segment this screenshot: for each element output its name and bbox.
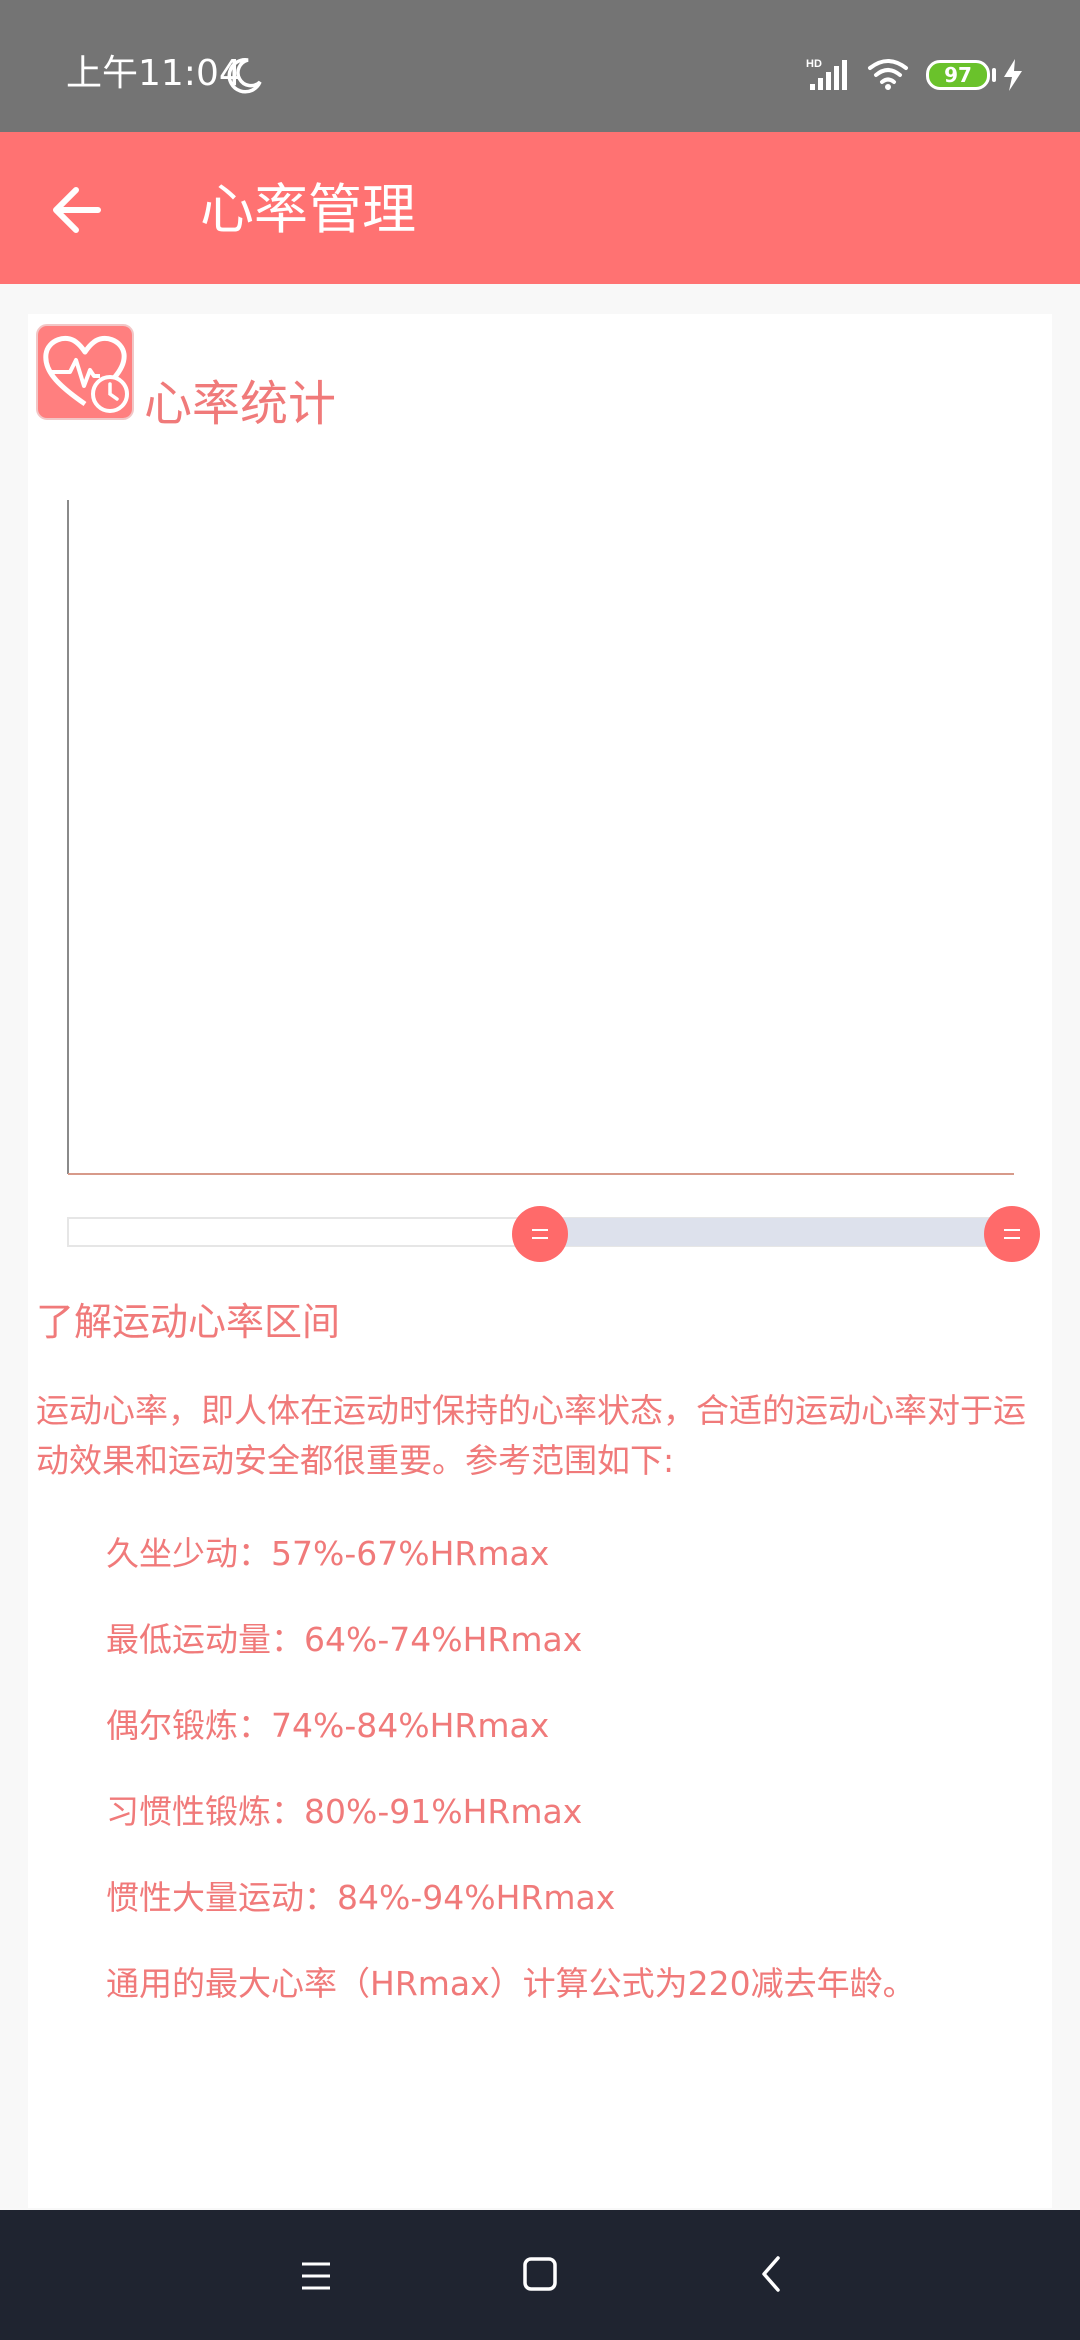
chart-range-slider[interactable] — [67, 1206, 1052, 1262]
hrmax-formula: 通用的最大心率（HRmax）计算公式为220减去年龄。 — [106, 1964, 916, 2003]
zone-item: 最低运动量：64%-74%HRmax — [106, 1620, 583, 1659]
status-bar: 上午11:04 HD 97 — [0, 0, 1080, 132]
charging-icon — [1004, 59, 1022, 91]
slider-handle-start[interactable] — [512, 1206, 568, 1262]
network-label: HD — [806, 58, 822, 70]
signal-icon: HD — [806, 58, 847, 90]
battery-cap — [992, 68, 996, 82]
menu-icon[interactable] — [296, 2256, 336, 2296]
moon-icon — [227, 58, 262, 94]
slider-handle-end[interactable] — [984, 1206, 1040, 1262]
status-time: 上午11:04 — [66, 53, 242, 94]
heart-rate-chart — [67, 500, 1014, 1175]
home-icon[interactable] — [520, 2254, 560, 2294]
app-bar: 心率管理 — [0, 132, 1080, 284]
zone-item: 久坐少动：57%-67%HRmax — [106, 1534, 550, 1573]
zone-item: 偶尔锻炼：74%-84%HRmax — [106, 1706, 550, 1745]
back-icon[interactable] — [752, 2254, 792, 2294]
slider-selected-range — [540, 1218, 1012, 1246]
back-arrow-icon[interactable] — [40, 172, 116, 248]
zone-item: 习惯性锻炼：80%-91%HRmax — [106, 1792, 583, 1831]
system-nav-bar — [0, 2210, 1080, 2340]
zone-item: 惯性大量运动：84%-94%HRmax — [106, 1878, 616, 1917]
zones-intro: 运动心率，即人体在运动时保持的心率状态，合适的运动心率对于运动效果和运动安全都很… — [36, 1391, 1026, 1480]
heart-rate-card: 心率统计 了解运动心率区间 运动心率，即人体在运动时保持的心率状态，合适的运动心… — [28, 314, 1052, 2208]
battery-icon: 97 — [926, 60, 990, 90]
zones-heading: 了解运动心率区间 — [36, 1300, 341, 1344]
page-title: 心率管理 — [200, 178, 416, 241]
wifi-icon — [868, 59, 908, 90]
